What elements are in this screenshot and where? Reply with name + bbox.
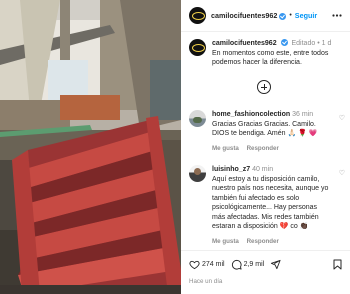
post-actions: 274 mil 2,9 mil: [189, 259, 283, 270]
author-username[interactable]: camilocifuentes962: [211, 11, 277, 20]
comment-meta: Me gusta Responder: [212, 144, 332, 154]
caption-body: camilocifuentes962 Editado • 1 d En mome…: [212, 38, 342, 68]
verified-icon: [279, 13, 287, 20]
post-caption: camilocifuentes962 Editado • 1 d En mome…: [189, 38, 344, 68]
comment-icon[interactable]: [231, 259, 242, 270]
separator: •: [317, 40, 320, 47]
comment-heart-icon[interactable]: ♡: [339, 169, 345, 177]
post-time-ago: Hace un día: [189, 278, 223, 285]
caption-author-avatar[interactable]: [189, 39, 206, 56]
comment-username[interactable]: home_fashioncolection: [212, 111, 290, 118]
edited-label: Editado: [291, 40, 316, 47]
post-photo: [0, 0, 181, 294]
verified-icon: [280, 39, 288, 46]
commenter-avatar[interactable]: [189, 165, 206, 182]
post-footer: 274 mil 2,9 mil Hace un día: [181, 250, 350, 294]
share-icon[interactable]: [270, 259, 281, 270]
comment-item: luisinho_z7 40 min Aquí estoy a tu dispo…: [189, 165, 347, 246]
more-options-icon[interactable]: [332, 14, 342, 17]
follow-button[interactable]: Seguir: [295, 11, 317, 20]
caption-text: En momentos como este, entre todos podem…: [212, 49, 329, 67]
comment-text: Aquí estoy a tu disposición camilo, nues…: [212, 175, 329, 231]
comment-text: Gracias Gracias Gracias. Camilo. DIOS te…: [212, 120, 318, 138]
comments-count[interactable]: 2,9 mil: [244, 261, 265, 268]
heart-icon[interactable]: [189, 259, 200, 270]
comment-body: luisinho_z7 40 min Aquí estoy a tu dispo…: [212, 165, 332, 246]
comment-item: home_fashioncolection 36 min Gracias Gra…: [189, 110, 347, 153]
commenter-avatar[interactable]: [189, 110, 206, 127]
comment-reply-button[interactable]: Responder: [247, 145, 279, 152]
comment-heart-icon[interactable]: ♡: [339, 114, 345, 122]
bookmark-icon[interactable]: [333, 259, 342, 270]
caption-time: 1 d: [321, 40, 332, 47]
comment-reply-button[interactable]: Responder: [247, 238, 279, 245]
post-header: camilocifuentes962 • Seguir: [181, 0, 350, 32]
comment-likes-button[interactable]: Me gusta: [212, 145, 239, 152]
comment-time: 40 min: [252, 166, 274, 173]
caption-username[interactable]: camilocifuentes962: [212, 40, 277, 47]
add-comment-icon[interactable]: [257, 80, 271, 94]
author-avatar[interactable]: [189, 7, 206, 24]
separator: •: [289, 12, 292, 19]
post-panel: camilocifuentes962 • Seguir camilocifuen…: [181, 0, 350, 294]
comment-username[interactable]: luisinho_z7: [212, 166, 250, 173]
likes-count[interactable]: 274 mil: [202, 261, 225, 268]
comment-likes-button[interactable]: Me gusta: [212, 238, 239, 245]
comment-body: home_fashioncolection 36 min Gracias Gra…: [212, 110, 332, 153]
comment-time: 36 min: [292, 111, 314, 118]
comment-meta: Me gusta Responder: [212, 237, 332, 247]
